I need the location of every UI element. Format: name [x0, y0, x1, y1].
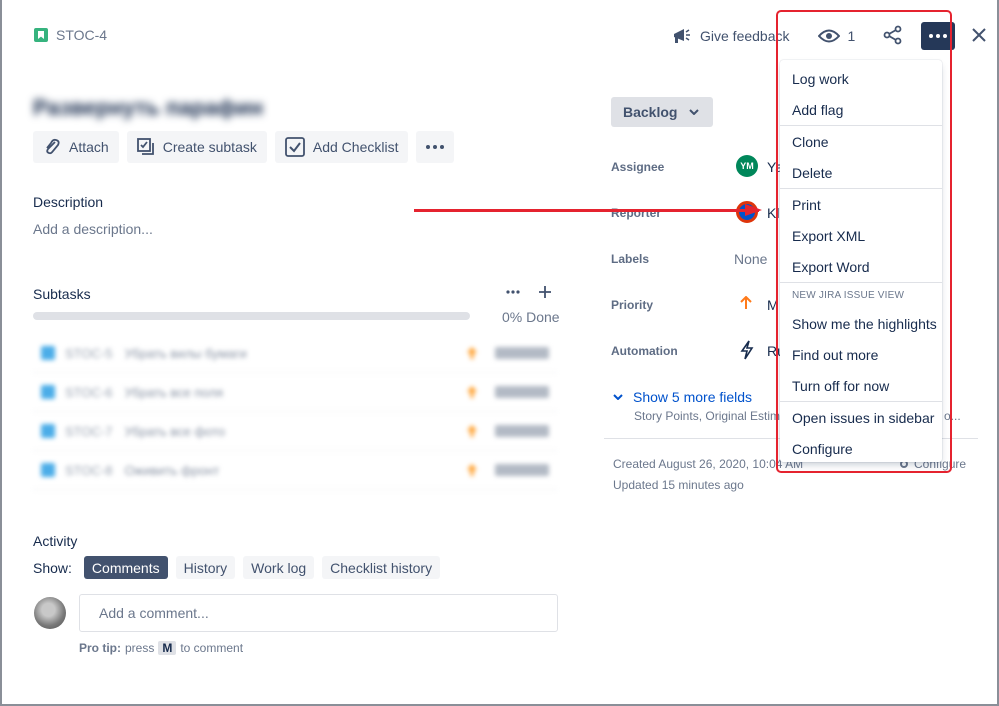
priority-icon: [467, 386, 477, 398]
subtask-type-icon: [41, 346, 55, 360]
subtask-status: [495, 347, 549, 359]
description-field[interactable]: Add a description...: [33, 221, 153, 237]
subtask-row[interactable]: STOC-5 Убрать вилы бумаги: [33, 334, 557, 373]
subtask-status: [495, 464, 549, 476]
subtask-row[interactable]: STOC-8 Оживить фронт: [33, 451, 557, 490]
avatar: [34, 597, 66, 629]
plus-icon[interactable]: [538, 285, 552, 299]
pro-tip: Pro tip: press M to comment: [79, 641, 243, 655]
protip-label: Pro tip:: [79, 641, 121, 655]
labels-label: Labels: [611, 252, 650, 266]
chevron-down-icon: [689, 109, 700, 115]
create-subtask-button[interactable]: Create subtask: [126, 131, 267, 163]
subtask-status: [495, 425, 549, 437]
toolbar-more-button[interactable]: [416, 131, 455, 163]
subtask-icon: [136, 138, 154, 155]
subtask-type-icon: [41, 463, 55, 477]
subtask-summary: Убрать все фото: [124, 423, 226, 439]
status-dropdown[interactable]: Backlog: [611, 97, 713, 127]
description-heading: Description: [33, 194, 104, 210]
subtask-key: STOC-7: [65, 423, 113, 439]
assignee-label: Assignee: [611, 160, 665, 174]
lightning-icon: [740, 340, 754, 360]
ellipsis-icon: [426, 145, 445, 149]
annotation-arrow-head: [745, 204, 762, 216]
attach-label: Attach: [69, 139, 109, 155]
show-more-fields-link[interactable]: Show 5 more fields: [613, 389, 752, 405]
protip-end: to comment: [180, 641, 244, 655]
subtask-actions: [506, 285, 552, 299]
tab-history[interactable]: History: [175, 556, 236, 579]
subtask-summary: Убрать вилы бумаги: [124, 345, 247, 361]
subtask-progress-text: 0% Done: [502, 309, 560, 325]
annotation-arrow-line: [414, 209, 759, 212]
subtask-status: [495, 386, 549, 398]
tab-comments[interactable]: Comments: [83, 556, 168, 579]
subtask-row[interactable]: STOC-6 Убрать все поля: [33, 373, 557, 412]
subtask-summary: Оживить фронт: [124, 462, 220, 478]
subtask-key: STOC-8: [65, 462, 113, 478]
activity-heading: Activity: [33, 533, 78, 549]
story-type-icon: [34, 28, 48, 42]
megaphone-icon: [674, 29, 690, 43]
priority-icon: [467, 464, 477, 476]
subtask-key: STOC-5: [65, 345, 113, 361]
issue-key-link[interactable]: STOC-4: [34, 27, 107, 43]
close-icon: [972, 27, 987, 42]
paperclip-icon: [46, 138, 60, 155]
create-subtask-label: Create subtask: [162, 139, 257, 155]
subtask-key: STOC-6: [65, 384, 113, 400]
add-checklist-button[interactable]: Add Checklist: [274, 131, 409, 163]
protip-press: press: [125, 641, 155, 655]
show-more-subtitle: Story Points, Original Estimat: [634, 409, 791, 423]
chevron-down-icon: [613, 394, 623, 400]
status-label: Backlog: [623, 104, 678, 120]
labels-value[interactable]: None: [734, 251, 767, 267]
priority-label: Priority: [611, 298, 654, 312]
created-date: Created August 26, 2020, 10:04 AM: [613, 457, 804, 471]
show-label: Show:: [33, 559, 72, 576]
subtask-summary: Убрать все поля: [124, 384, 224, 400]
show-more-label: Show 5 more fields: [633, 389, 753, 405]
issue-title[interactable]: Развернуть парафин: [33, 95, 263, 121]
priority-arrow-icon: [740, 296, 752, 309]
activity-filter: Show: Comments History Work log Checklis…: [33, 556, 441, 579]
issue-toolbar: Attach Create subtask Add Checklist: [33, 131, 455, 163]
automation-label: Automation: [611, 344, 678, 358]
assignee-avatar[interactable]: YM: [736, 155, 758, 177]
subtask-row[interactable]: STOC-7 Убрать все фото: [33, 412, 557, 451]
add-checklist-label: Add Checklist: [312, 139, 399, 155]
annotation-highlight-box: [776, 10, 952, 473]
comment-input[interactable]: Add a comment...: [79, 594, 558, 632]
subtask-type-icon: [41, 424, 55, 438]
updated-date: Updated 15 minutes ago: [613, 478, 744, 492]
checklist-icon: [284, 137, 305, 157]
attach-button[interactable]: Attach: [33, 131, 119, 163]
subtask-type-icon: [41, 385, 55, 399]
priority-icon: [467, 347, 477, 359]
issue-key-text: STOC-4: [56, 27, 108, 43]
close-button[interactable]: [971, 27, 987, 46]
subtask-list: STOC-5 Убрать вилы бумаги STOC-6 Убрать …: [33, 334, 557, 490]
subtask-progress-bar: [33, 312, 470, 320]
tab-work-log[interactable]: Work log: [243, 556, 315, 579]
subtasks-heading: Subtasks: [33, 286, 91, 302]
protip-key: M: [158, 641, 177, 655]
give-feedback-button[interactable]: Give feedback: [672, 27, 790, 45]
ellipsis-icon[interactable]: [506, 290, 520, 294]
priority-icon: [467, 425, 477, 437]
tab-checklist-history[interactable]: Checklist history: [322, 556, 441, 579]
